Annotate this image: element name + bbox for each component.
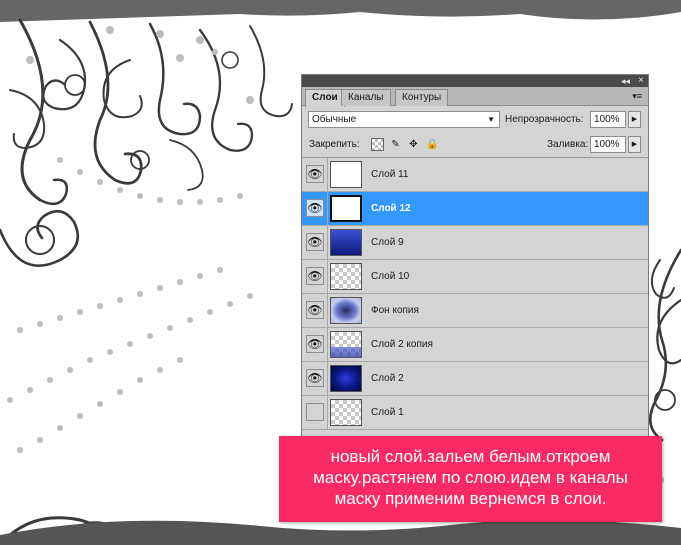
layer-row[interactable]: Слой 1: [302, 396, 648, 430]
opacity-stepper-icon[interactable]: ▶: [628, 111, 641, 128]
layer-name: Слой 12: [371, 203, 411, 214]
layer-thumbnail: [330, 331, 362, 358]
layer-thumbnail: [330, 399, 362, 426]
eye-icon[interactable]: 👁: [306, 199, 324, 217]
layer-thumbnail: [330, 161, 362, 188]
fill-label: Заливка:: [547, 139, 589, 150]
divider: [327, 260, 328, 294]
lock-row: Закрепить: ✎ ✥ 🔒 Заливка: 100% ▶: [302, 132, 648, 158]
layer-row[interactable]: 👁 Слой 2 копия: [302, 328, 648, 362]
collapse-icon[interactable]: ◂◂: [621, 76, 630, 86]
divider: [327, 294, 328, 328]
eye-icon[interactable]: 👁: [306, 335, 324, 353]
lock-all-icon[interactable]: 🔒: [426, 138, 439, 151]
layer-name: Слой 11: [371, 169, 409, 180]
fill-stepper-icon[interactable]: ▶: [628, 136, 641, 153]
eye-hidden-toggle[interactable]: [306, 403, 324, 421]
layer-thumbnail: [330, 263, 362, 290]
lock-position-move-icon[interactable]: ✥: [407, 138, 420, 151]
lock-pixels-brush-icon[interactable]: ✎: [389, 138, 402, 151]
layer-thumbnail: [330, 229, 362, 256]
divider: [327, 158, 328, 192]
panel-menu-icon[interactable]: ▾≡: [632, 91, 642, 102]
layer-row-selected[interactable]: 👁 Слой 12: [302, 192, 648, 226]
panel-titlebar[interactable]: ◂◂ ×: [302, 75, 648, 87]
tab-paths[interactable]: Контуры: [395, 89, 449, 106]
layer-thumbnail: [330, 365, 362, 392]
blend-mode-select[interactable]: Обычные ▼: [308, 111, 500, 128]
layer-name: Слой 1: [371, 407, 404, 418]
layer-row[interactable]: 👁 Слой 9: [302, 226, 648, 260]
layer-thumbnail: [330, 195, 362, 222]
caption-line: маску применим вернемся в слои.: [334, 489, 607, 508]
eye-icon[interactable]: 👁: [306, 233, 324, 251]
layer-row[interactable]: 👁 Фон копия: [302, 294, 648, 328]
opacity-input[interactable]: 100%: [590, 111, 626, 128]
layer-thumbnail: [330, 297, 362, 324]
caption-line: новый слой.зальем белым.откроем: [330, 447, 611, 466]
tutorial-caption: новый слой.зальем белым.откроем маску.ра…: [279, 436, 662, 522]
dropdown-arrow-icon: ▼: [487, 115, 495, 124]
divider: [327, 226, 328, 260]
layer-name: Фон копия: [371, 305, 419, 316]
close-icon[interactable]: ×: [638, 75, 644, 86]
layer-name: Слой 2: [371, 373, 404, 384]
divider: [327, 396, 328, 430]
divider: [327, 328, 328, 362]
layer-name: Слой 2 копия: [371, 339, 433, 350]
tab-channels[interactable]: Каналы: [341, 89, 391, 106]
divider: [327, 362, 328, 396]
layer-row[interactable]: 👁 Слой 10: [302, 260, 648, 294]
layers-panel: ◂◂ × Слои Каналы Контуры ▾≡ Обычные ▼ Не…: [301, 74, 649, 438]
tab-bar: Слои Каналы Контуры ▾≡: [302, 87, 648, 107]
opacity-label: Непрозрачность:: [505, 114, 584, 125]
tab-layers[interactable]: Слои: [305, 89, 345, 107]
blend-row: Обычные ▼ Непрозрачность: 100% ▶: [302, 106, 648, 132]
fill-input[interactable]: 100%: [590, 136, 626, 153]
eye-icon[interactable]: 👁: [306, 267, 324, 285]
divider: [327, 192, 328, 226]
lock-transparency-icon[interactable]: [371, 138, 384, 151]
eye-icon[interactable]: 👁: [306, 165, 324, 183]
blend-mode-value: Обычные: [312, 114, 357, 125]
caption-line: маску.растянем по слою.идем в каналы: [313, 468, 628, 487]
eye-icon[interactable]: 👁: [306, 369, 324, 387]
layer-name: Слой 10: [371, 271, 410, 282]
layer-list: 👁 Слой 11 👁 Слой 12 👁 Слой 9 👁 Слой 10 👁: [302, 158, 648, 430]
eye-icon[interactable]: 👁: [306, 301, 324, 319]
lock-label: Закрепить:: [309, 139, 360, 150]
layer-name: Слой 9: [371, 237, 404, 248]
layer-row[interactable]: 👁 Слой 11: [302, 158, 648, 192]
layer-row[interactable]: 👁 Слой 2: [302, 362, 648, 396]
